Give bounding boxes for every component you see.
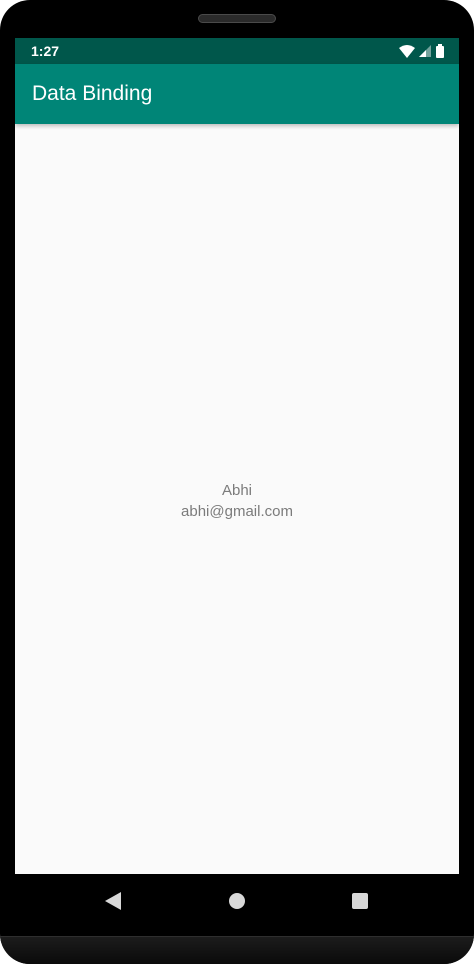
status-bar: 1:27 — [15, 38, 459, 64]
phone-screen: 1:27 Data Binding Abhi abhi@gmail.com — [15, 38, 459, 874]
home-button[interactable] — [226, 890, 248, 912]
recents-button[interactable] — [349, 890, 371, 912]
phone-device-frame: 1:27 Data Binding Abhi abhi@gmail.com — [0, 0, 474, 964]
home-icon — [229, 893, 245, 909]
speaker-grille — [198, 14, 276, 23]
bottom-bezel — [0, 936, 474, 964]
user-email-text: abhi@gmail.com — [181, 503, 293, 520]
cell-signal-icon — [419, 45, 431, 57]
user-name-text: Abhi — [221, 482, 253, 499]
app-title: Data Binding — [32, 82, 153, 105]
navigation-bar — [15, 874, 459, 928]
wifi-icon — [399, 44, 415, 58]
status-time: 1:27 — [31, 43, 60, 59]
back-button[interactable] — [102, 890, 124, 912]
battery-icon — [435, 44, 445, 58]
main-content: Abhi abhi@gmail.com — [15, 124, 459, 874]
app-bar: Data Binding — [15, 64, 459, 124]
user-info: Abhi abhi@gmail.com — [15, 480, 459, 522]
back-icon — [105, 892, 121, 910]
recents-icon — [352, 893, 368, 909]
status-icons — [399, 43, 445, 59]
